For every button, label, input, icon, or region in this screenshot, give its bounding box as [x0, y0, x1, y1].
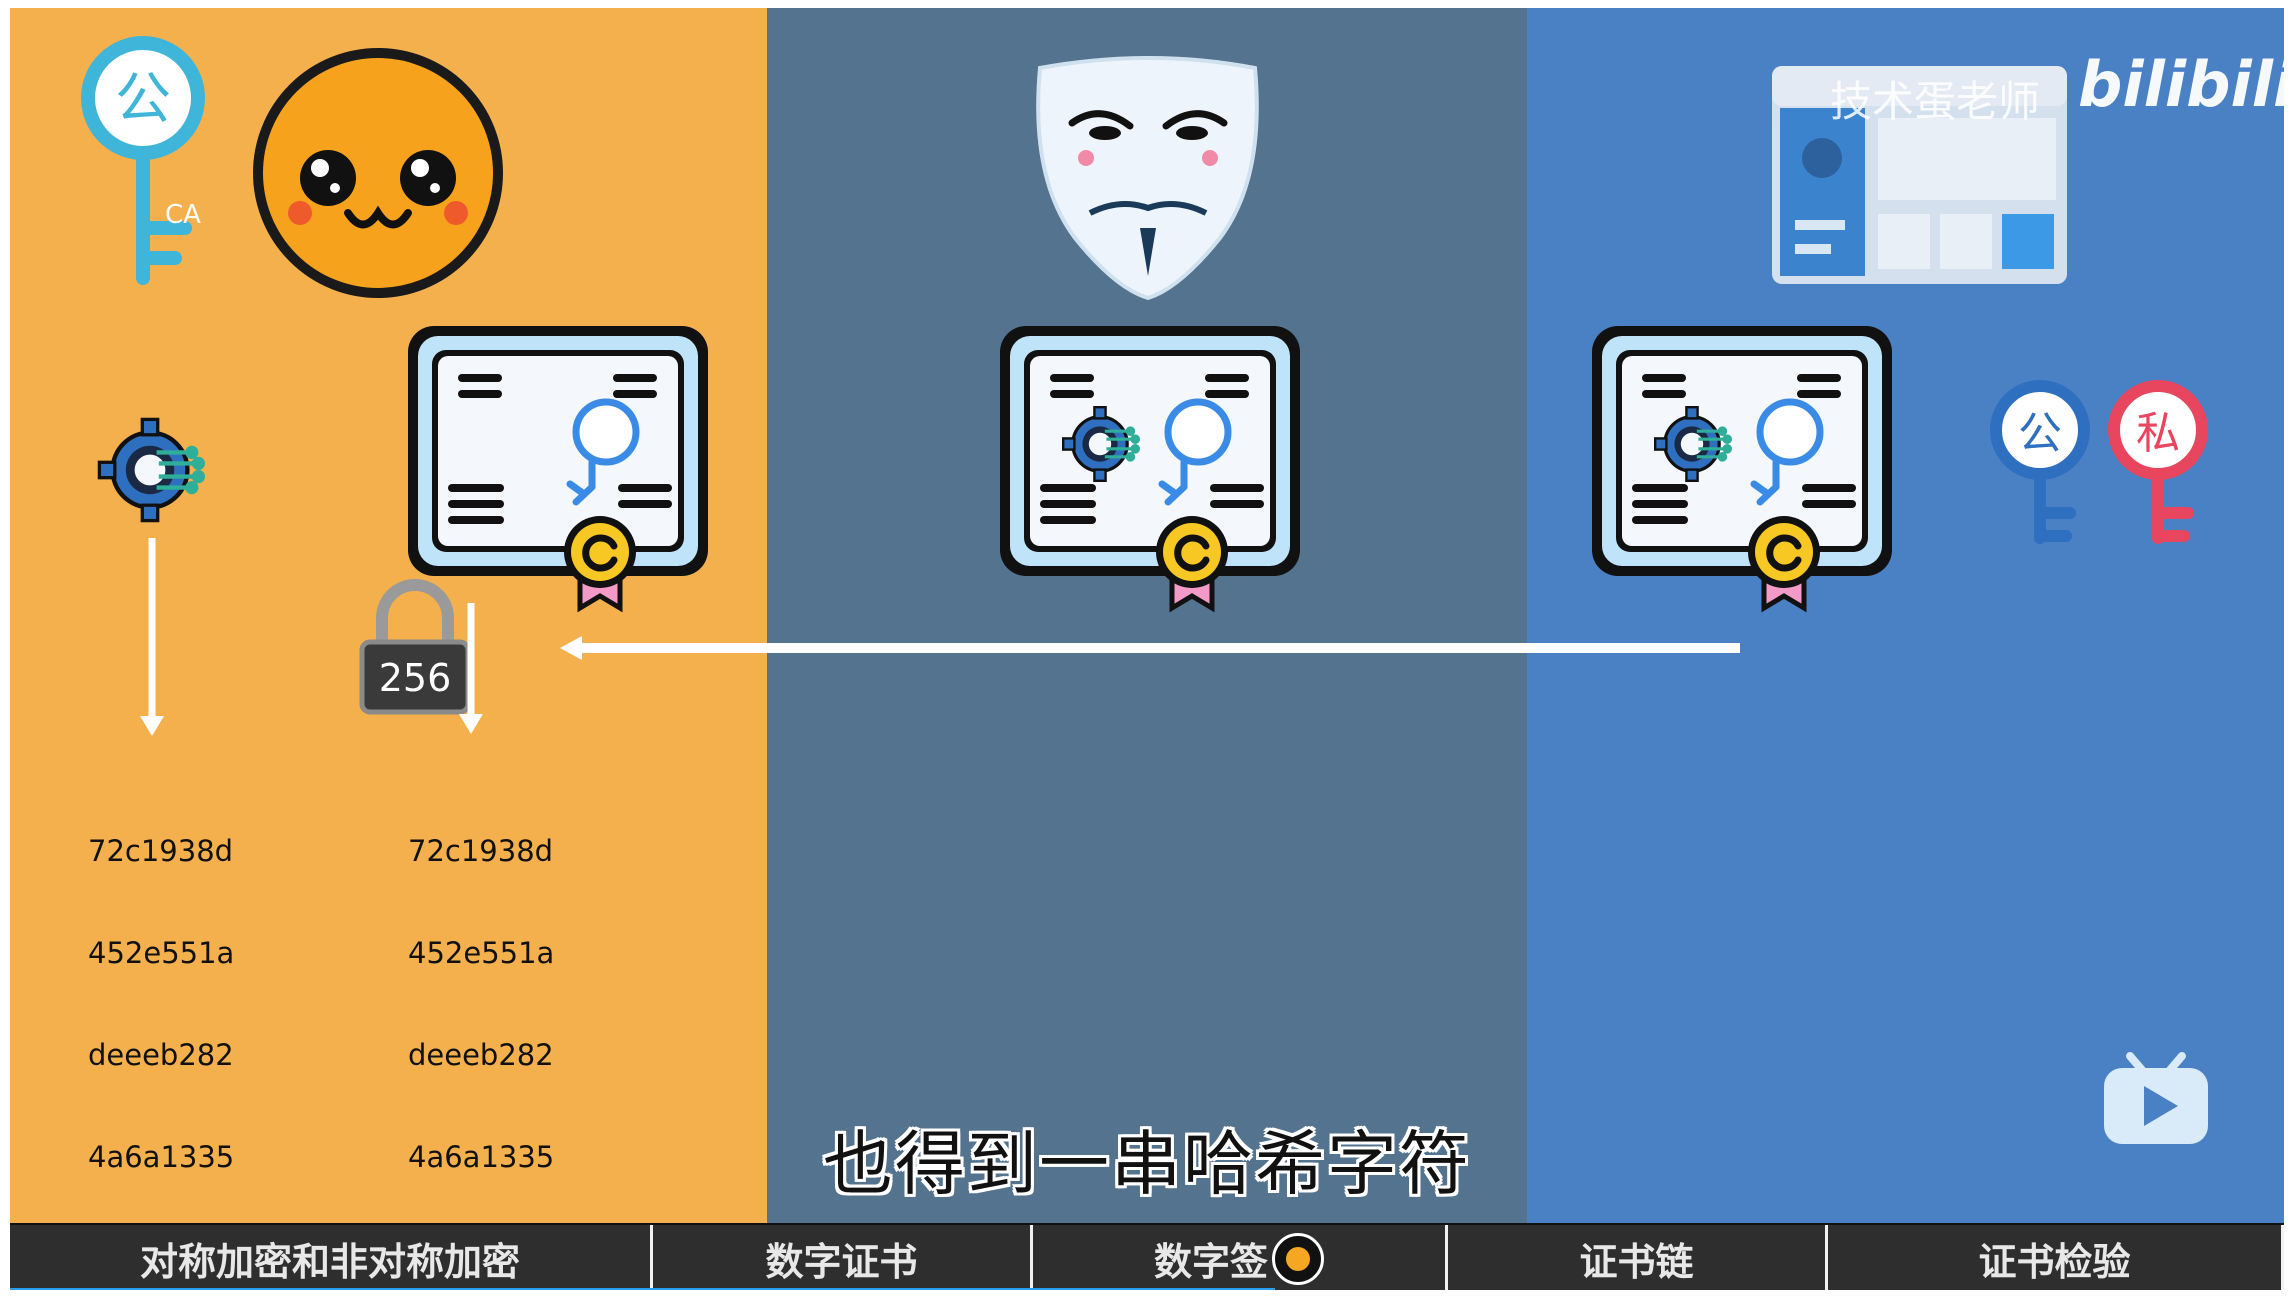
video-subtitle: 也得到一串哈希字符	[823, 1123, 1471, 1205]
chapter-certificate-verification[interactable]: 证书检验	[1828, 1225, 2284, 1290]
hash-output-left: 72c1938d 452e551a deeeb282 4a6a1335 4a6a…	[88, 766, 234, 1290]
progress-scrubber-icon[interactable]	[1272, 1232, 1324, 1285]
playback-progress-bar[interactable]	[10, 1288, 1275, 1290]
smiley-face-icon	[253, 48, 503, 298]
chapter-symmetric-encryption[interactable]: 对称加密和非对称加密	[10, 1225, 653, 1290]
svg-text:CA: CA	[165, 200, 201, 230]
chapter-navbar: 对称加密和非对称加密 数字证书 数字签 证书链 证书检验	[10, 1223, 2284, 1290]
illustration-layer: 公 CA 256 公 私	[81, 36, 2208, 736]
hash-line: 452e551a	[88, 936, 235, 970]
author-watermark: 技术蛋老师	[1830, 77, 2041, 126]
hash-output-right: 72c1938d 452e551a deeeb282 4a6a1335 4a6a…	[408, 766, 554, 1290]
svg-text:公: 公	[2018, 408, 2062, 459]
chapter-certificate-chain[interactable]: 证书链	[1448, 1225, 1828, 1290]
svg-text:私: 私	[2136, 408, 2180, 459]
down-arrow-icon	[140, 538, 164, 736]
certificate-ca-icon	[408, 326, 708, 608]
ca-public-key-icon: 公 CA	[81, 36, 205, 285]
hash-line: 452e551a	[408, 936, 555, 970]
svg-text:256: 256	[379, 656, 452, 700]
left-arrow-icon	[560, 636, 1740, 660]
public-key-icon: 公	[1990, 380, 2090, 544]
video-frame: 公 CA 256 公 私 72c1938d 452e551a deeeb282 …	[10, 8, 2284, 1290]
chapter-digital-signature[interactable]: 数字签	[1033, 1225, 1448, 1290]
hash-function-gear-icon	[99, 419, 202, 520]
certificate-website-icon	[1592, 326, 1892, 608]
sha256-lock-icon: 256	[359, 579, 471, 715]
hash-line: 72c1938d	[408, 834, 554, 868]
hash-line: deeeb282	[88, 1038, 234, 1072]
certificate-attacker-icon	[1000, 326, 1300, 608]
play-button-icon[interactable]	[2100, 1048, 2212, 1148]
svg-text:公: 公	[115, 67, 171, 132]
private-key-icon: 私	[2108, 380, 2208, 544]
hash-line: deeeb282	[408, 1038, 554, 1072]
anonymous-mask-icon	[1036, 56, 1259, 301]
chapter-digital-certificate[interactable]: 数字证书	[653, 1225, 1033, 1290]
bilibili-logo: bilibili	[2078, 48, 2284, 121]
hash-line: 72c1938d	[88, 834, 234, 868]
chapter-label: 数字签	[1153, 1240, 1268, 1284]
